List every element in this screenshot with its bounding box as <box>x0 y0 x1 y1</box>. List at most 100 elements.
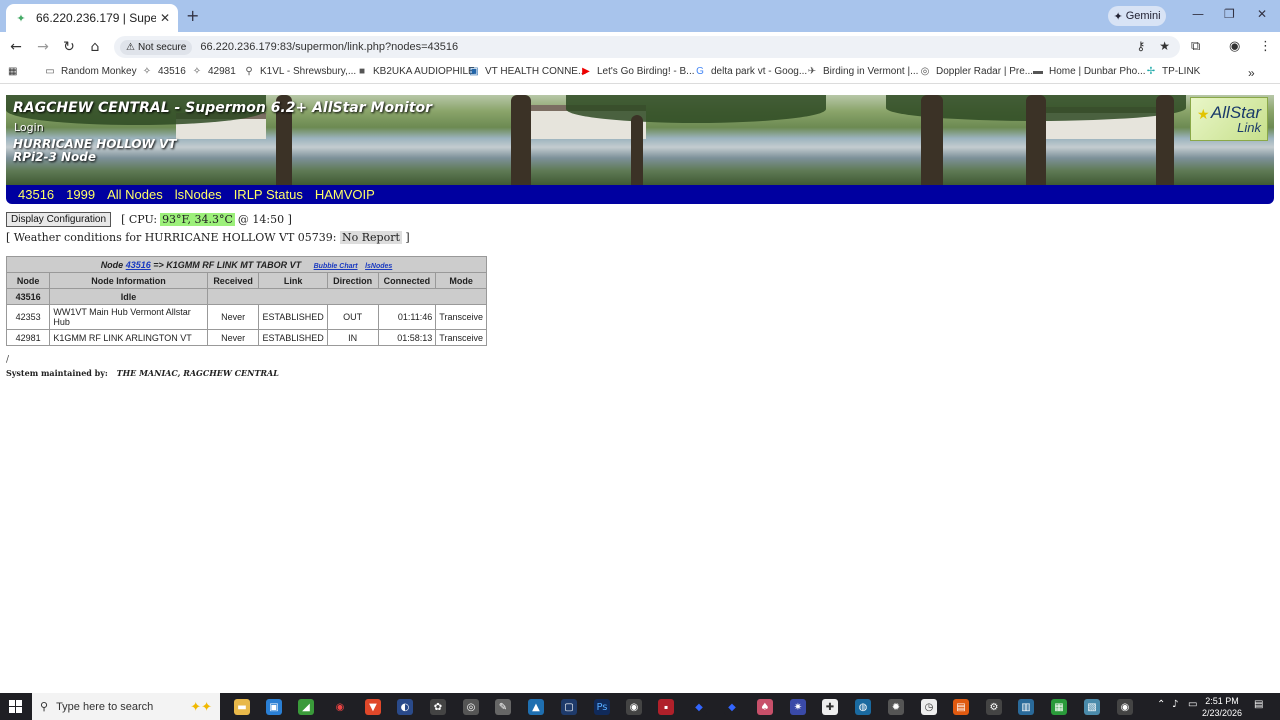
taskbar-clock[interactable]: 2:51 PM 2/23/2026 <box>1198 695 1246 719</box>
volume-icon[interactable]: ♪ <box>1172 699 1178 710</box>
bookmark-item[interactable]: Gdelta park vt - Goog... <box>694 66 807 77</box>
cast-icon[interactable]: ⧉ <box>1191 39 1200 54</box>
tree-trunk <box>1026 95 1046 185</box>
bookmark-item[interactable]: ▣ VT HEALTH CONNE... <box>468 66 586 77</box>
gemini-spark-icon: ✦ <box>1113 10 1126 23</box>
reload-icon[interactable]: ↻ <box>60 39 78 55</box>
weather-row: [ Weather conditions for HURRICANE HOLLO… <box>6 231 410 244</box>
tree-canopy <box>566 95 826 123</box>
app-icon[interactable]: ◎ <box>463 699 479 715</box>
star-icon: ★ <box>1197 106 1210 122</box>
store-icon[interactable]: ▣ <box>266 699 282 715</box>
app-icon[interactable]: ▧ <box>1084 699 1100 715</box>
app-icon[interactable]: ✷ <box>790 699 806 715</box>
menu-item-all-nodes[interactable]: All Nodes <box>107 187 163 202</box>
copilot-spark-icon[interactable]: ✦✦ <box>190 699 212 715</box>
app-icon[interactable]: ▲ <box>528 699 544 715</box>
app-icon[interactable]: ▥ <box>1018 699 1034 715</box>
menu-item-43516[interactable]: 43516 <box>18 187 54 202</box>
more-bookmarks-icon[interactable]: » <box>1248 66 1255 80</box>
caption-prefix: Node <box>100 259 124 270</box>
browser-tab[interactable]: ✦ 66.220.236.179 | Supermon | 43 ✕ <box>6 4 178 32</box>
app-icon[interactable]: ◍ <box>855 699 871 715</box>
tree-trunk <box>631 115 643 185</box>
active-chrome-icon[interactable]: ◉ <box>626 699 642 715</box>
close-window-icon[interactable]: ✕ <box>1257 7 1267 21</box>
bookmark-item[interactable]: ▭ Random Monkey <box>44 66 136 77</box>
bookmark-item[interactable]: ✈ Birding in Vermont |... <box>806 66 919 77</box>
tplink-icon: ✢ <box>1146 66 1156 77</box>
omnibox[interactable]: ⚠ Not secure 66.220.236.179:83/supermon/l… <box>114 36 1180 58</box>
tray-chevron-icon[interactable]: ⌃ <box>1157 699 1165 710</box>
notification-icon[interactable]: ▤ <box>1254 699 1263 710</box>
cpu-suffix: @ 14:50 ] <box>237 213 292 226</box>
app-icon[interactable]: ✹ <box>888 699 904 715</box>
bookmark-star-icon[interactable]: ★ <box>1159 39 1170 53</box>
login-link[interactable]: Login <box>14 121 44 134</box>
bookmark-item[interactable]: ◎ Doppler Radar | Pre... <box>919 66 1033 77</box>
app-icon[interactable]: ✎ <box>495 699 511 715</box>
windows-start-icon[interactable] <box>9 700 22 713</box>
photoshop-icon[interactable]: Ps <box>594 699 610 715</box>
bookmark-item[interactable]: ✧ 42981 <box>191 66 236 77</box>
apps-grid-icon[interactable]: ▦ <box>8 66 17 77</box>
home-icon[interactable]: ⌂ <box>86 39 104 55</box>
clock-app-icon[interactable]: ◷ <box>921 699 937 715</box>
caption-suffix: => K1GMM RF LINK MT TABOR VT <box>153 259 302 270</box>
app-icon[interactable]: ▪ <box>658 699 674 715</box>
photos-icon[interactable]: ✿ <box>430 699 446 715</box>
antenna-icon: ⚲ <box>245 66 253 77</box>
gemini-button[interactable]: ✦ Gemini <box>1108 6 1166 26</box>
back-icon[interactable]: ← <box>7 39 25 55</box>
bird-icon: ✈ <box>807 66 817 77</box>
bookmark-item[interactable]: ✢ TP-LINK <box>1145 66 1201 77</box>
forward-icon[interactable]: → <box>34 39 52 55</box>
menu-kebab-icon[interactable]: ⋮ <box>1259 39 1272 54</box>
bookmark-item[interactable]: ■ KB2UKA AUDIOPHILE <box>356 66 475 77</box>
profile-avatar-icon[interactable]: ◉ <box>1229 39 1240 54</box>
menu-item-irlp-status[interactable]: IRLP Status <box>234 187 303 202</box>
new-tab-button[interactable]: + <box>186 6 199 25</box>
app-icon[interactable]: ✚ <box>822 699 838 715</box>
menu-item-lsnodes[interactable]: lsNodes <box>175 187 222 202</box>
menu-item-hamvoip[interactable]: HAMVOIP <box>315 187 375 202</box>
file-explorer-icon[interactable]: ▬ <box>234 699 250 715</box>
bookmark-item[interactable]: ✧ 43516 <box>141 66 186 77</box>
bookmark-item[interactable]: ▬ Home | Dunbar Pho... <box>1032 66 1146 77</box>
app-icon[interactable]: ▦ <box>1051 699 1067 715</box>
network-icon[interactable]: ▭ <box>1188 699 1197 710</box>
url-text[interactable]: 66.220.236.179:83/supermon/link.php?node… <box>200 41 458 53</box>
cpu-temperature: 93°F, 34.3°C <box>160 213 235 226</box>
app-icon[interactable]: ◆ <box>724 699 740 715</box>
node-table: Node 43516 => K1GMM RF LINK MT TABOR VT … <box>5 256 488 346</box>
browser-icon[interactable]: ◐ <box>397 699 413 715</box>
weather-suffix: ] <box>405 231 410 244</box>
app-icon[interactable]: ⚙ <box>986 699 1002 715</box>
app-icon[interactable]: ▤ <box>953 699 969 715</box>
bubble-chart-link[interactable]: Bubble Chart <box>314 263 358 270</box>
banner-title: RAGCHEW CENTRAL - Supermon 6.2+ AllStar … <box>13 100 433 116</box>
bookmark-item[interactable]: ▶ Let's Go Birding! - B... <box>580 66 694 77</box>
display-configuration-button[interactable]: Display Configuration <box>6 212 112 227</box>
allstar-link-logo[interactable]: ★ AllStar Link <box>1190 97 1268 141</box>
close-tab-icon[interactable]: ✕ <box>160 11 170 25</box>
chrome-icon[interactable]: ◉ <box>332 699 348 715</box>
site-icon: ■ <box>358 66 366 77</box>
lsnodes-link[interactable]: lsNodes <box>365 263 392 270</box>
app-icon[interactable]: ◆ <box>691 699 707 715</box>
app-icon[interactable]: ▢ <box>561 699 577 715</box>
taskbar-search[interactable]: ⚲ Type here to search ✦✦ <box>32 693 220 720</box>
app-icon[interactable]: ♠ <box>757 699 773 715</box>
menu-item-1999[interactable]: 1999 <box>66 187 95 202</box>
security-chip[interactable]: ⚠ Not secure <box>120 39 193 55</box>
chrome-icon[interactable]: ◉ <box>1117 699 1133 715</box>
cell-connected: 01:58:13 <box>377 329 437 346</box>
app-icon[interactable]: ◢ <box>298 699 314 715</box>
table-caption: Node 43516 => K1GMM RF LINK MT TABOR VT … <box>6 256 487 273</box>
minimize-icon[interactable]: — <box>1192 7 1204 21</box>
bookmark-item[interactable]: ⚲ K1VL - Shrewsbury,... <box>243 66 356 77</box>
caption-node-link[interactable]: 43516 <box>126 260 151 270</box>
password-key-icon[interactable]: ⚷ <box>1136 39 1145 53</box>
brave-icon[interactable]: ▼ <box>365 699 381 715</box>
restore-icon[interactable]: ❐ <box>1224 7 1235 21</box>
